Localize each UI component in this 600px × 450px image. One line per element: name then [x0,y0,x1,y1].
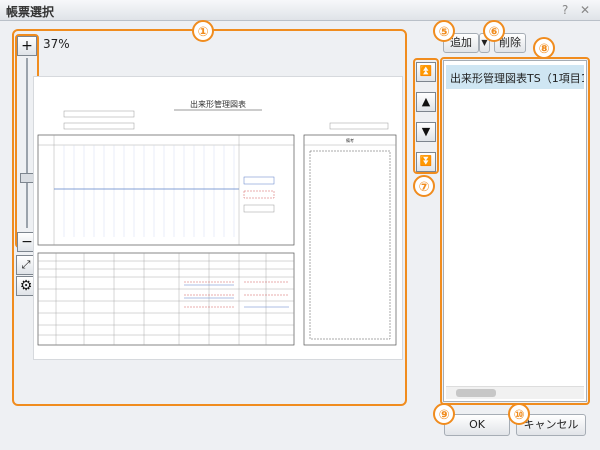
move-top-button[interactable]: ⏫ [416,62,436,82]
list-item[interactable]: 出来形管理図表TS（1項目14 [446,65,584,89]
callout-8: ⑧ [533,37,555,59]
callout-7: ⑦ [413,175,435,197]
zoom-in-button[interactable]: + [17,36,37,56]
expand-icon: ⤢ [21,258,31,271]
window-title: 帳票選択 [6,5,55,19]
form-preview-drawing: 出来形管理図表 備考 [37,99,397,346]
move-bottom-button[interactable]: ⏬ [416,152,436,172]
form-preview: 出来形管理図表 備考 [33,76,403,360]
help-icon[interactable]: ? [562,3,568,17]
form-list[interactable]: 出来形管理図表TS（1項目14 [443,60,587,402]
horizontal-scrollbar[interactable] [446,386,584,399]
close-icon[interactable]: ✕ [580,3,590,17]
scrollbar-thumb[interactable] [456,389,496,397]
move-up-button[interactable]: ▲ [416,92,436,112]
callout-10: ⑩ [508,403,530,425]
callout-6: ⑥ [483,20,505,42]
zoom-level: 37% [43,37,70,51]
move-down-button[interactable]: ▼ [416,122,436,142]
callout-1: ① [192,20,214,42]
gear-icon: ⚙ [19,278,33,294]
preview-sidebar-label: 備考 [346,137,354,143]
callout-5: ⑤ [433,20,455,42]
preview-title: 出来形管理図表 [190,99,246,109]
callout-9: ⑨ [433,403,455,425]
window-titlebar: 帳票選択 ? ✕ [0,0,600,21]
zoom-track[interactable] [26,58,28,228]
